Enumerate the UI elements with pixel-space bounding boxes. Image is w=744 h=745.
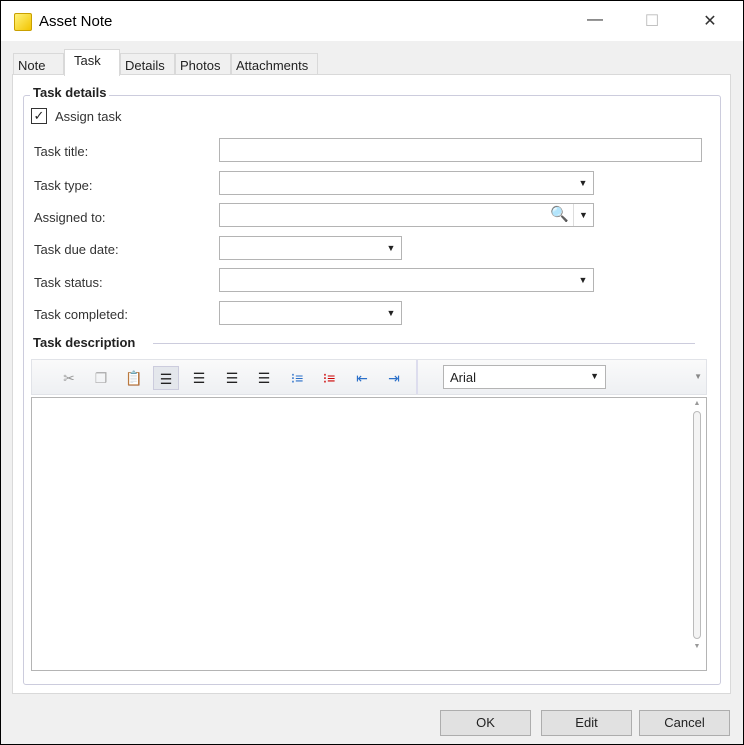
align-center-icon[interactable]: ☰ <box>186 366 212 390</box>
numbered-list-icon[interactable]: ⁝≡ <box>316 366 342 390</box>
align-left-icon[interactable]: ☰ <box>153 366 179 390</box>
assigned-to-select[interactable]: 🔍 ▼ <box>219 203 594 227</box>
font-value: Arial <box>450 370 477 385</box>
copy-icon[interactable]: ❐ <box>88 366 114 390</box>
note-app-icon <box>14 13 32 31</box>
scrollbar-thumb[interactable] <box>693 411 701 639</box>
tab-details[interactable]: Details <box>120 53 175 75</box>
ok-button[interactable]: OK <box>440 710 531 736</box>
task-title-input[interactable] <box>219 138 702 162</box>
toolbar-separator <box>416 360 418 394</box>
task-type-label: Task type: <box>34 178 93 193</box>
chevron-down-icon: ▼ <box>578 275 588 285</box>
minimize-button[interactable]: — <box>580 11 610 33</box>
assign-task-label: Assign task <box>55 109 122 124</box>
chevron-down-icon: ▼ <box>386 308 396 318</box>
cut-icon[interactable]: ✂ <box>56 366 82 390</box>
tab-attachments[interactable]: Attachments <box>231 53 318 75</box>
font-select[interactable]: Arial ▼ <box>443 365 606 389</box>
task-completed-picker[interactable]: ▼ <box>219 301 402 325</box>
asset-note-window: Asset Note — ☐ ✕ Note Task Details Photo… <box>1 1 743 744</box>
chevron-down-icon: ▼ <box>590 371 599 381</box>
due-date-picker[interactable]: ▼ <box>219 236 402 260</box>
title-bar: Asset Note — ☐ ✕ <box>1 1 743 41</box>
due-date-label: Task due date: <box>34 242 119 257</box>
cancel-button[interactable]: Cancel <box>639 710 730 736</box>
formatting-toolbar: ✂ ❐ 📋 ☰ ☰ ☰ ☰ ⁝≡ ⁝≡ ⇤ ⇥ Arial ▼ ▼ <box>31 359 707 395</box>
task-title-label: Task title: <box>34 144 89 159</box>
window-title: Asset Note <box>39 13 113 30</box>
close-button[interactable]: ✕ <box>695 11 725 33</box>
increase-indent-icon[interactable]: ⇥ <box>381 366 407 390</box>
align-right-icon[interactable]: ☰ <box>219 366 245 390</box>
assign-task-checkbox[interactable]: ✓ <box>31 108 47 124</box>
tab-note[interactable]: Note <box>13 53 64 75</box>
search-icon[interactable]: 🔍 <box>550 205 569 223</box>
task-description-editor[interactable]: ▲ ▼ <box>31 397 707 671</box>
decrease-indent-icon[interactable]: ⇤ <box>349 366 375 390</box>
task-details-heading: Task details <box>30 85 110 100</box>
assigned-to-label: Assigned to: <box>34 210 106 225</box>
chevron-down-icon: ▼ <box>386 243 396 253</box>
task-status-label: Task status: <box>34 275 103 290</box>
task-type-select[interactable]: ▼ <box>219 171 594 195</box>
paste-icon[interactable]: 📋 <box>121 366 147 390</box>
edit-button[interactable]: Edit <box>541 710 632 736</box>
task-status-select[interactable]: ▼ <box>219 268 594 292</box>
divider <box>153 343 695 344</box>
justify-icon[interactable]: ☰ <box>251 366 277 390</box>
task-description-heading: Task description <box>30 335 139 350</box>
maximize-button[interactable]: ☐ <box>637 11 667 33</box>
chevron-down-icon[interactable]: ▼ <box>573 204 593 226</box>
vertical-scrollbar[interactable]: ▲ ▼ <box>690 400 704 668</box>
tab-photos[interactable]: Photos <box>175 53 231 75</box>
chevron-down-icon: ▼ <box>578 178 588 188</box>
bullet-list-icon[interactable]: ⁝≡ <box>284 366 310 390</box>
tab-task[interactable]: Task <box>64 49 120 76</box>
task-completed-label: Task completed: <box>34 307 128 322</box>
toolbar-overflow-icon[interactable]: ▼ <box>694 372 702 381</box>
